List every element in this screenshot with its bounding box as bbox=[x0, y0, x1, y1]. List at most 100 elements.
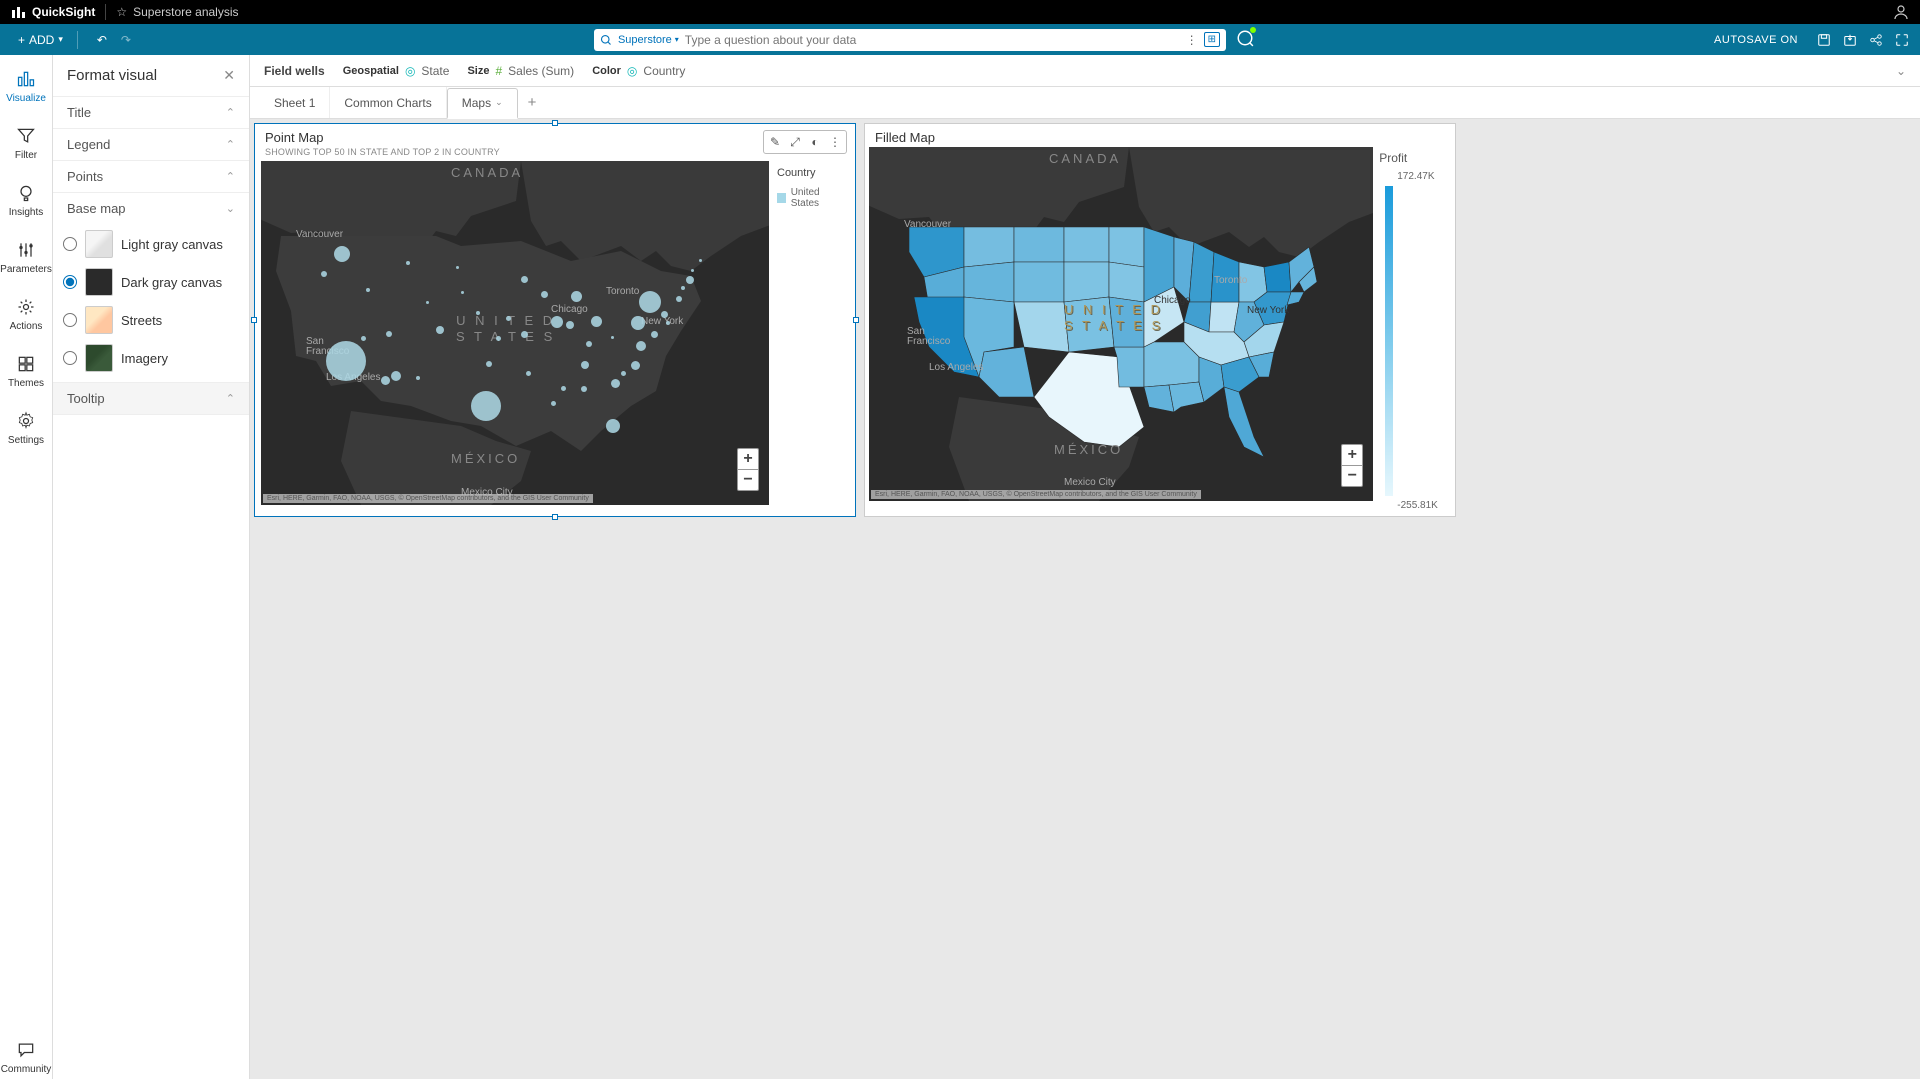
point[interactable] bbox=[406, 261, 410, 265]
basemap-option-light[interactable]: Light gray canvas bbox=[63, 230, 239, 258]
visual-filled-map[interactable]: Filled Map bbox=[864, 123, 1456, 517]
edit-icon[interactable]: ✎ bbox=[766, 133, 784, 151]
share-icon[interactable] bbox=[1868, 32, 1884, 48]
section-title[interactable]: Title⌃ bbox=[53, 97, 249, 128]
point-california[interactable] bbox=[326, 341, 366, 381]
point[interactable] bbox=[416, 376, 420, 380]
field-color[interactable]: Color ◎ Country bbox=[592, 64, 685, 78]
visual-point-map[interactable]: ✎ ⤢ ◐ ⋮ Point Map SHOWING TOP 50 IN STAT… bbox=[254, 123, 856, 517]
expand-fieldwells-button[interactable]: ⌄ bbox=[1896, 64, 1906, 78]
save-icon[interactable] bbox=[1816, 32, 1832, 48]
zoom-out-button[interactable]: − bbox=[738, 470, 758, 490]
rail-filter[interactable]: Filter bbox=[0, 122, 52, 165]
point[interactable] bbox=[381, 376, 390, 385]
point-florida[interactable] bbox=[606, 419, 620, 433]
zoom-in-button[interactable]: + bbox=[1342, 445, 1362, 466]
menu-icon[interactable]: ⋮ bbox=[826, 133, 844, 151]
radio-light[interactable] bbox=[63, 237, 77, 251]
map-canvas[interactable]: CANADA U N I T E DS T A T E S MÉXICO Van… bbox=[261, 161, 769, 505]
rail-visualize[interactable]: Visualize bbox=[0, 65, 52, 108]
point[interactable] bbox=[686, 276, 694, 284]
analysis-title[interactable]: ☆ Superstore analysis bbox=[116, 5, 238, 19]
q-search-box[interactable]: Superstore▾ ⋮ ⊞ bbox=[594, 29, 1226, 51]
point[interactable] bbox=[651, 331, 658, 338]
basemap-option-streets[interactable]: Streets bbox=[63, 306, 239, 334]
export-icon[interactable] bbox=[1842, 32, 1858, 48]
resize-handle-top[interactable] bbox=[552, 120, 558, 126]
point[interactable] bbox=[681, 286, 685, 290]
point[interactable] bbox=[486, 361, 492, 367]
zoom-in-button[interactable]: + bbox=[738, 449, 758, 470]
tab-common-charts[interactable]: Common Charts bbox=[330, 87, 446, 118]
radio-imagery[interactable] bbox=[63, 351, 77, 365]
point[interactable] bbox=[426, 301, 429, 304]
dataset-pill[interactable]: Superstore▾ bbox=[618, 34, 679, 46]
point[interactable] bbox=[581, 361, 589, 369]
point[interactable] bbox=[366, 288, 370, 292]
user-menu[interactable] bbox=[1892, 3, 1910, 21]
point-texas[interactable] bbox=[471, 391, 501, 421]
point[interactable] bbox=[699, 259, 702, 262]
point-virginia[interactable] bbox=[636, 341, 646, 351]
focus-icon[interactable]: ◐ bbox=[806, 133, 824, 151]
map-canvas[interactable]: CANADA U N I T E DS T A T E S MÉXICO Van… bbox=[869, 147, 1373, 501]
add-sheet-button[interactable]: + bbox=[518, 94, 547, 111]
point-pennsylvania[interactable] bbox=[631, 316, 645, 330]
add-button[interactable]: + ADD ▾ bbox=[10, 29, 71, 51]
point[interactable] bbox=[456, 266, 459, 269]
q-search-input[interactable] bbox=[685, 33, 1180, 47]
point[interactable] bbox=[581, 386, 587, 392]
app-logo[interactable]: QuickSight bbox=[10, 4, 95, 20]
point[interactable] bbox=[321, 271, 327, 277]
point[interactable] bbox=[631, 361, 640, 370]
q-refresh-button[interactable] bbox=[1236, 29, 1254, 51]
point[interactable] bbox=[436, 326, 444, 334]
point[interactable] bbox=[551, 401, 556, 406]
point[interactable] bbox=[676, 296, 682, 302]
basemap-option-dark[interactable]: Dark gray canvas bbox=[63, 268, 239, 296]
point[interactable] bbox=[461, 291, 464, 294]
basemap-option-imagery[interactable]: Imagery bbox=[63, 344, 239, 372]
field-wells-bar[interactable]: Field wells Geospatial ◎ State Size # Sa… bbox=[250, 55, 1920, 87]
point-washington[interactable] bbox=[334, 246, 350, 262]
field-geospatial[interactable]: Geospatial ◎ State bbox=[343, 64, 450, 78]
point-ohio[interactable] bbox=[591, 316, 602, 327]
field-size[interactable]: Size # Sales (Sum) bbox=[467, 64, 574, 78]
fit-icon[interactable] bbox=[1894, 32, 1910, 48]
point-new-york[interactable] bbox=[639, 291, 661, 313]
tab-sheet1[interactable]: Sheet 1 bbox=[260, 87, 330, 118]
point-illinois[interactable] bbox=[551, 316, 563, 328]
point[interactable] bbox=[611, 336, 614, 339]
close-panel-button[interactable]: ✕ bbox=[223, 67, 235, 84]
redo-button[interactable]: ↷ bbox=[118, 32, 134, 48]
dashboard-canvas[interactable]: ✎ ⤢ ◐ ⋮ Point Map SHOWING TOP 50 IN STAT… bbox=[250, 119, 1920, 1079]
point[interactable] bbox=[611, 379, 620, 388]
point[interactable] bbox=[506, 316, 511, 321]
resize-handle-bottom[interactable] bbox=[552, 514, 558, 520]
rail-insights[interactable]: Insights bbox=[0, 179, 52, 222]
point[interactable] bbox=[586, 341, 592, 347]
zoom-out-button[interactable]: − bbox=[1342, 466, 1362, 486]
point[interactable] bbox=[361, 336, 366, 341]
point[interactable] bbox=[526, 371, 531, 376]
section-basemap[interactable]: Base map⌄ bbox=[53, 193, 249, 224]
point[interactable] bbox=[691, 269, 694, 272]
point[interactable] bbox=[541, 291, 548, 298]
autosave-toggle[interactable]: AUTOSAVE ON bbox=[1714, 34, 1798, 46]
point-michigan[interactable] bbox=[571, 291, 582, 302]
point[interactable] bbox=[521, 276, 528, 283]
legend-item[interactable]: United States bbox=[777, 187, 843, 209]
tab-maps[interactable]: Maps⌄ bbox=[447, 88, 518, 119]
section-points[interactable]: Points⌃ bbox=[53, 161, 249, 192]
resize-handle-left[interactable] bbox=[251, 317, 257, 323]
radio-streets[interactable] bbox=[63, 313, 77, 327]
rail-actions[interactable]: Actions bbox=[0, 293, 52, 336]
rail-community[interactable]: Community bbox=[0, 1036, 52, 1079]
point[interactable] bbox=[561, 386, 566, 391]
rail-settings[interactable]: Settings bbox=[0, 407, 52, 450]
section-tooltip[interactable]: Tooltip⌃ bbox=[53, 383, 249, 414]
pin-icon[interactable]: ⊞ bbox=[1204, 32, 1220, 47]
point[interactable] bbox=[386, 331, 392, 337]
rail-parameters[interactable]: Parameters bbox=[0, 236, 52, 279]
section-legend[interactable]: Legend⌃ bbox=[53, 129, 249, 160]
